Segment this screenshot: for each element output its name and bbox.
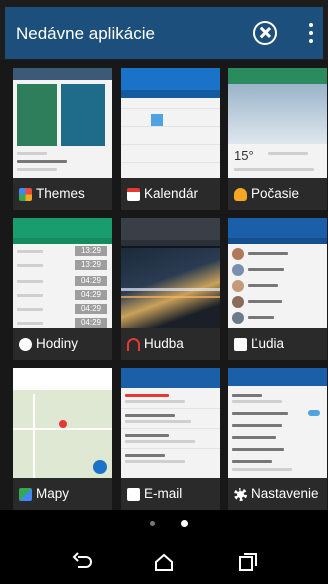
page-dot[interactable] — [150, 521, 155, 526]
page-title: Nedávne aplikácie — [16, 24, 155, 43]
app-label: Hudba — [144, 336, 184, 351]
recent-app-card-email[interactable]: E-mail — [121, 368, 220, 510]
app-label: Ľudia — [251, 336, 285, 351]
app-thumbnail — [228, 368, 327, 478]
clock-time: 04:29 — [75, 318, 107, 328]
clock-time: 13:29 — [75, 246, 107, 256]
app-label: Kalendár — [144, 186, 199, 201]
clock-time: 13:29 — [75, 260, 107, 270]
recent-app-card-people[interactable]: Ľudia — [228, 218, 327, 360]
back-icon[interactable] — [72, 552, 94, 572]
page-indicator — [0, 512, 328, 534]
home-icon[interactable] — [153, 552, 175, 572]
recent-app-card-music[interactable]: Hudba — [121, 218, 220, 360]
weather-icon — [234, 188, 247, 201]
app-label: Hodiny — [36, 336, 79, 351]
recent-app-card-calendar[interactable]: Kalendár — [121, 68, 220, 210]
app-label: Nastavenie — [251, 486, 319, 501]
more-vert-icon[interactable] — [307, 22, 315, 46]
app-label: Themes — [36, 186, 85, 201]
recent-app-card-maps[interactable]: Mapy — [13, 368, 112, 510]
app-label: E-mail — [144, 486, 183, 501]
recent-apps-grid: Themes Kalendár 15° Počasie 13:29 13:29 … — [0, 60, 328, 510]
weather-temperature: 15° — [234, 148, 254, 163]
app-thumbnail — [13, 368, 112, 478]
app-thumbnail — [228, 218, 327, 328]
contacts-icon — [234, 338, 247, 351]
headphones-icon — [127, 338, 140, 351]
clock-time: 04:29 — [75, 276, 107, 286]
app-thumbnail — [121, 218, 220, 328]
clock-time: 04:29 — [75, 290, 107, 300]
app-bar: Nedávne aplikácie — [0, 0, 328, 60]
page-dot-active[interactable] — [181, 520, 188, 527]
app-label: Počasie — [251, 186, 300, 201]
app-bar-header: Nedávne aplikácie — [5, 7, 323, 59]
close-all-icon[interactable] — [253, 21, 277, 45]
recents-icon[interactable] — [237, 552, 259, 572]
recent-app-card-clock[interactable]: 13:29 13:29 04:29 04:29 04:29 04:29 Hodi… — [13, 218, 112, 360]
navigation-bar — [0, 540, 328, 584]
themes-icon — [19, 188, 32, 201]
clock-icon — [19, 338, 32, 351]
recent-app-card-weather[interactable]: 15° Počasie — [228, 68, 327, 210]
app-thumbnail: 15° — [228, 68, 327, 178]
app-thumbnail: 13:29 13:29 04:29 04:29 04:29 04:29 — [13, 218, 112, 328]
app-thumbnail — [13, 68, 112, 178]
calendar-icon — [127, 188, 140, 201]
maps-icon — [19, 488, 32, 501]
app-label: Mapy — [36, 486, 70, 501]
recent-app-card-themes[interactable]: Themes — [13, 68, 112, 210]
app-thumbnail — [121, 368, 220, 478]
clock-time: 04:29 — [75, 304, 107, 314]
gear-icon — [234, 488, 247, 501]
app-thumbnail — [121, 68, 220, 178]
recent-app-card-settings[interactable]: Nastavenie — [228, 368, 327, 510]
mail-icon — [127, 488, 140, 501]
